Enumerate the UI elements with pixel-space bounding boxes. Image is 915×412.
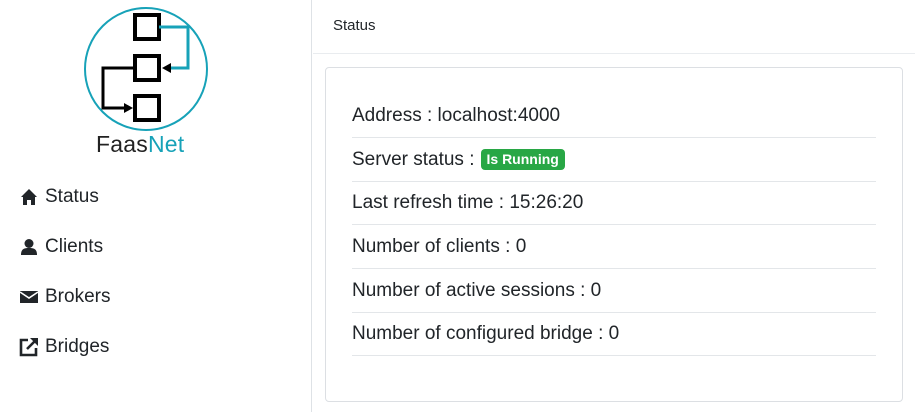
clients-count-row: Number of clients : 0 xyxy=(352,226,876,270)
brand-name-part2: Net xyxy=(147,131,185,157)
home-icon xyxy=(18,186,40,208)
address-label: Address xyxy=(352,105,422,126)
external-link-icon xyxy=(18,336,40,358)
status-badge: Is Running xyxy=(480,149,565,171)
status-card: Address : localhost:4000 Server status :… xyxy=(325,67,903,402)
configured-bridges-row: Number of configured bridge : 0 xyxy=(352,313,876,357)
sidebar: FaasNet Status Clients Brokers Bridges xyxy=(0,0,312,412)
configured-bridges-label: Number of configured bridge xyxy=(352,323,593,345)
refresh-time-row: Last refresh time : 15:26:20 xyxy=(352,182,876,226)
clients-count-label: Number of clients xyxy=(352,236,500,258)
configured-bridges-value: 0 xyxy=(608,323,620,345)
server-status-row: Server status : Is Running xyxy=(352,139,876,182)
active-sessions-value: 0 xyxy=(590,279,602,301)
sidebar-item-clients[interactable]: Clients xyxy=(18,222,110,272)
envelope-icon xyxy=(18,286,40,308)
address-value: localhost:4000 xyxy=(437,105,561,126)
page-header: Status xyxy=(313,0,915,54)
clients-count-value: 0 xyxy=(515,236,527,258)
server-status-label: Server status xyxy=(352,148,464,170)
active-sessions-label: Number of active sessions xyxy=(352,279,575,301)
user-icon xyxy=(18,236,40,258)
sidebar-item-label: Clients xyxy=(45,236,104,257)
sidebar-item-label: Status xyxy=(45,186,99,207)
status-info-list: Address : localhost:4000 Server status :… xyxy=(352,95,876,357)
page-title: Status xyxy=(333,17,376,34)
sidebar-item-bridges[interactable]: Bridges xyxy=(18,322,110,372)
brand-name: FaasNet xyxy=(96,131,184,158)
address-row: Address : localhost:4000 xyxy=(352,95,876,138)
refresh-time-label: Last refresh time xyxy=(352,192,494,214)
sidebar-item-label: Brokers xyxy=(45,286,111,307)
sidebar-item-label: Bridges xyxy=(45,336,110,357)
brand-name-part1: Faas xyxy=(96,131,148,157)
sidebar-nav: Status Clients Brokers Bridges xyxy=(18,172,110,372)
sidebar-item-status[interactable]: Status xyxy=(18,172,110,222)
app-window: FaasNet Status Clients Brokers Bridges S… xyxy=(0,0,915,412)
active-sessions-row: Number of active sessions : 0 xyxy=(352,270,876,313)
refresh-time-value: 15:26:20 xyxy=(509,192,584,214)
sidebar-item-brokers[interactable]: Brokers xyxy=(18,272,110,322)
